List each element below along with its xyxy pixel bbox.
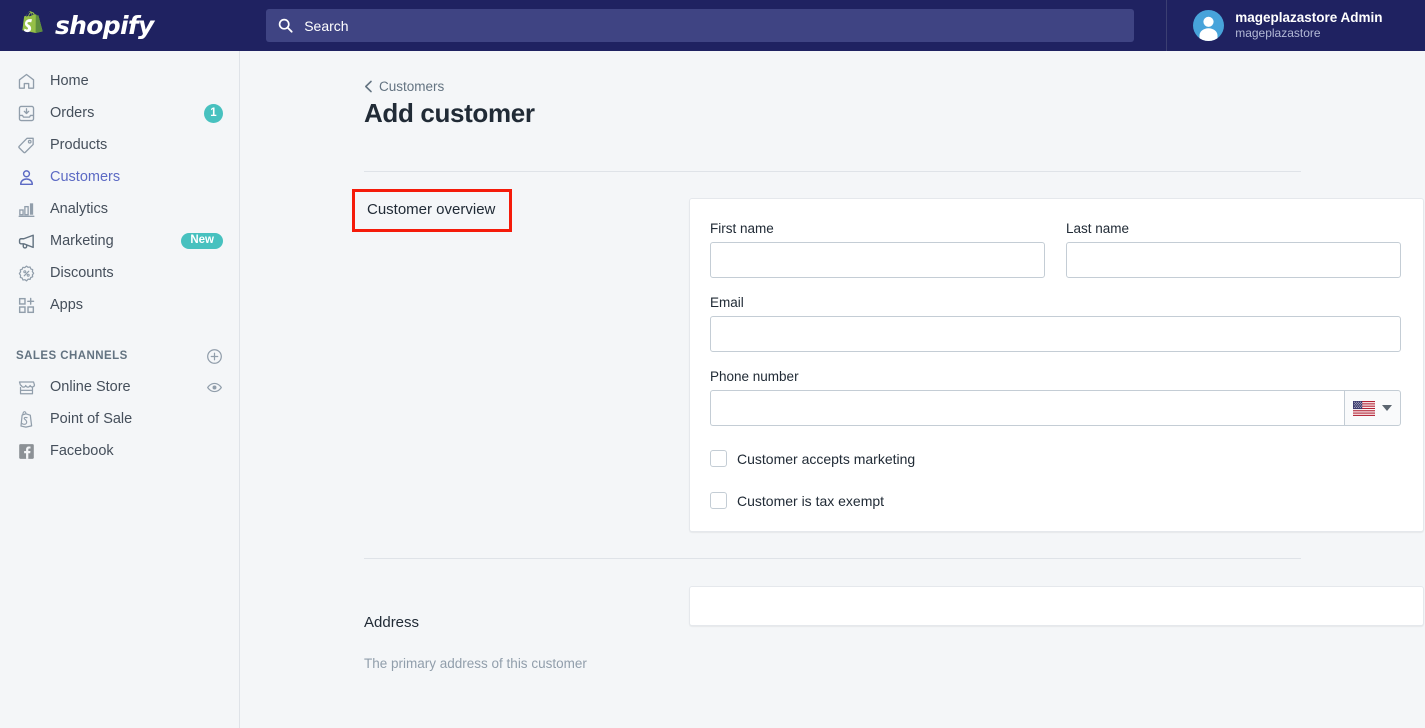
customer-overview-card: First name Last name Email Phone number …	[689, 198, 1424, 532]
sidebar-item-label: Online Store	[50, 379, 131, 395]
breadcrumb-label: Customers	[379, 79, 445, 94]
account-text: mageplazastore Admin mageplazastore	[1235, 10, 1382, 42]
chevron-left-icon	[364, 80, 372, 93]
tax-exempt-label: Customer is tax exempt	[737, 492, 885, 509]
address-label: Address	[364, 614, 420, 631]
sidebar-item-label: Home	[50, 73, 89, 89]
accepts-marketing-checkbox[interactable]	[710, 450, 727, 467]
marketing-new-badge: New	[181, 232, 223, 250]
eye-icon[interactable]	[206, 379, 223, 396]
sidebar-item-point-of-sale[interactable]: Point of Sale	[0, 403, 239, 435]
shopify-bag-outline-icon	[16, 409, 36, 429]
country-code-select[interactable]	[1344, 390, 1401, 426]
top-bar: shopify Search mageplazastore Admin mage…	[0, 0, 1425, 51]
search-icon	[278, 18, 293, 33]
sidebar-item-discounts[interactable]: Discounts	[0, 257, 239, 289]
accepts-marketing-checkbox-row[interactable]: Customer accepts marketing	[710, 450, 1401, 467]
email-label: Email	[710, 295, 744, 310]
user-avatar-icon	[1193, 10, 1225, 41]
sidebar-item-analytics[interactable]: Analytics	[0, 193, 239, 225]
orders-inbox-icon	[16, 103, 36, 123]
apps-grid-plus-icon	[16, 295, 36, 315]
phone-field: Phone number	[710, 369, 1401, 426]
sidebar-item-label: Analytics	[50, 201, 109, 217]
email-input[interactable]	[710, 316, 1401, 352]
address-left: Address The primary address of this cust…	[364, 586, 689, 671]
sidebar-item-orders[interactable]: Orders 1	[0, 97, 239, 129]
customer-overview-annotation-box: Customer overview	[352, 189, 513, 232]
phone-label: Phone number	[710, 369, 799, 384]
customer-overview-left: Customer overview	[352, 189, 689, 532]
shopify-admin-window: shopify Search mageplazastore Admin mage…	[0, 0, 1425, 728]
customer-overview-right: First name Last name Email Phone number …	[689, 198, 1424, 532]
last-name-label: Last name	[1066, 221, 1130, 236]
sales-channels-title: SALES CHANNELS	[16, 350, 128, 362]
home-icon	[16, 71, 36, 91]
sidebar-item-label: Discounts	[50, 265, 114, 281]
search-placeholder: Search	[304, 17, 349, 34]
sidebar-item-home[interactable]: Home	[0, 65, 239, 97]
facebook-icon	[16, 441, 36, 461]
tag-icon	[16, 135, 36, 155]
person-icon	[16, 167, 36, 187]
storefront-icon	[16, 377, 36, 397]
account-store: mageplazastore	[1235, 26, 1321, 41]
sidebar-item-facebook[interactable]: Facebook	[0, 435, 239, 467]
sidebar-item-label: Customers	[50, 169, 121, 185]
orders-count-badge: 1	[204, 103, 223, 123]
discount-percent-icon	[16, 263, 36, 283]
us-flag-icon	[1353, 400, 1376, 416]
customer-overview-section: Customer overview First name Last name E…	[352, 172, 1424, 532]
phone-input-group	[710, 390, 1401, 426]
brand-wordmark: shopify	[55, 11, 154, 40]
sidebar: Home Orders 1 Products Customers Analyti…	[0, 51, 240, 728]
phone-input[interactable]	[710, 390, 1345, 426]
search-input[interactable]: Search	[266, 9, 1135, 42]
tax-exempt-checkbox-row[interactable]: Customer is tax exempt	[710, 492, 1401, 509]
address-card[interactable]	[689, 586, 1424, 626]
sidebar-item-label: Orders	[50, 105, 95, 121]
account-name: mageplazastore Admin	[1235, 9, 1383, 25]
sidebar-item-label: Apps	[50, 297, 84, 313]
sidebar-item-label: Products	[50, 137, 108, 153]
circle-plus-icon[interactable]	[206, 348, 223, 365]
first-name-input[interactable]	[710, 242, 1045, 278]
chevron-down-icon	[1382, 405, 1393, 411]
body: Home Orders 1 Products Customers Analyti…	[0, 51, 1425, 728]
brand-logo-area[interactable]: shopify	[0, 0, 234, 51]
bar-chart-icon	[16, 199, 36, 219]
sidebar-item-products[interactable]: Products	[0, 129, 239, 161]
account-menu[interactable]: mageplazastore Admin mageplazastore	[1166, 0, 1425, 51]
last-name-input[interactable]	[1066, 242, 1401, 278]
sidebar-item-customers[interactable]: Customers	[0, 161, 239, 193]
address-divider-wrap	[364, 532, 1424, 559]
shopify-bag-icon	[22, 10, 43, 33]
address-section: Address The primary address of this cust…	[364, 559, 1424, 671]
breadcrumb[interactable]: Customers	[364, 79, 444, 94]
tax-exempt-checkbox[interactable]	[710, 492, 727, 509]
sidebar-item-online-store[interactable]: Online Store	[0, 371, 239, 403]
email-field: Email	[710, 295, 1401, 352]
name-field-row: First name Last name	[710, 221, 1401, 295]
search-area: Search	[234, 9, 1166, 42]
sidebar-item-label: Marketing	[50, 233, 114, 249]
last-name-field: Last name	[1066, 221, 1401, 278]
megaphone-icon	[16, 231, 36, 251]
customer-overview-label: Customer overview	[367, 201, 496, 218]
main-content: Customers Add customer Customer overview	[240, 51, 1425, 728]
page-title: Add customer	[364, 98, 535, 128]
sidebar-item-label: Point of Sale	[50, 411, 133, 427]
sales-channels-header: SALES CHANNELS	[0, 341, 239, 371]
address-right	[689, 586, 1424, 671]
accepts-marketing-label: Customer accepts marketing	[737, 450, 916, 467]
first-name-label: First name	[710, 221, 774, 236]
sidebar-item-marketing[interactable]: Marketing New	[0, 225, 239, 257]
sidebar-item-label: Facebook	[50, 443, 114, 459]
first-name-field: First name	[710, 221, 1045, 278]
address-help-text: The primary address of this customer	[364, 656, 587, 671]
sidebar-item-apps[interactable]: Apps	[0, 289, 239, 321]
